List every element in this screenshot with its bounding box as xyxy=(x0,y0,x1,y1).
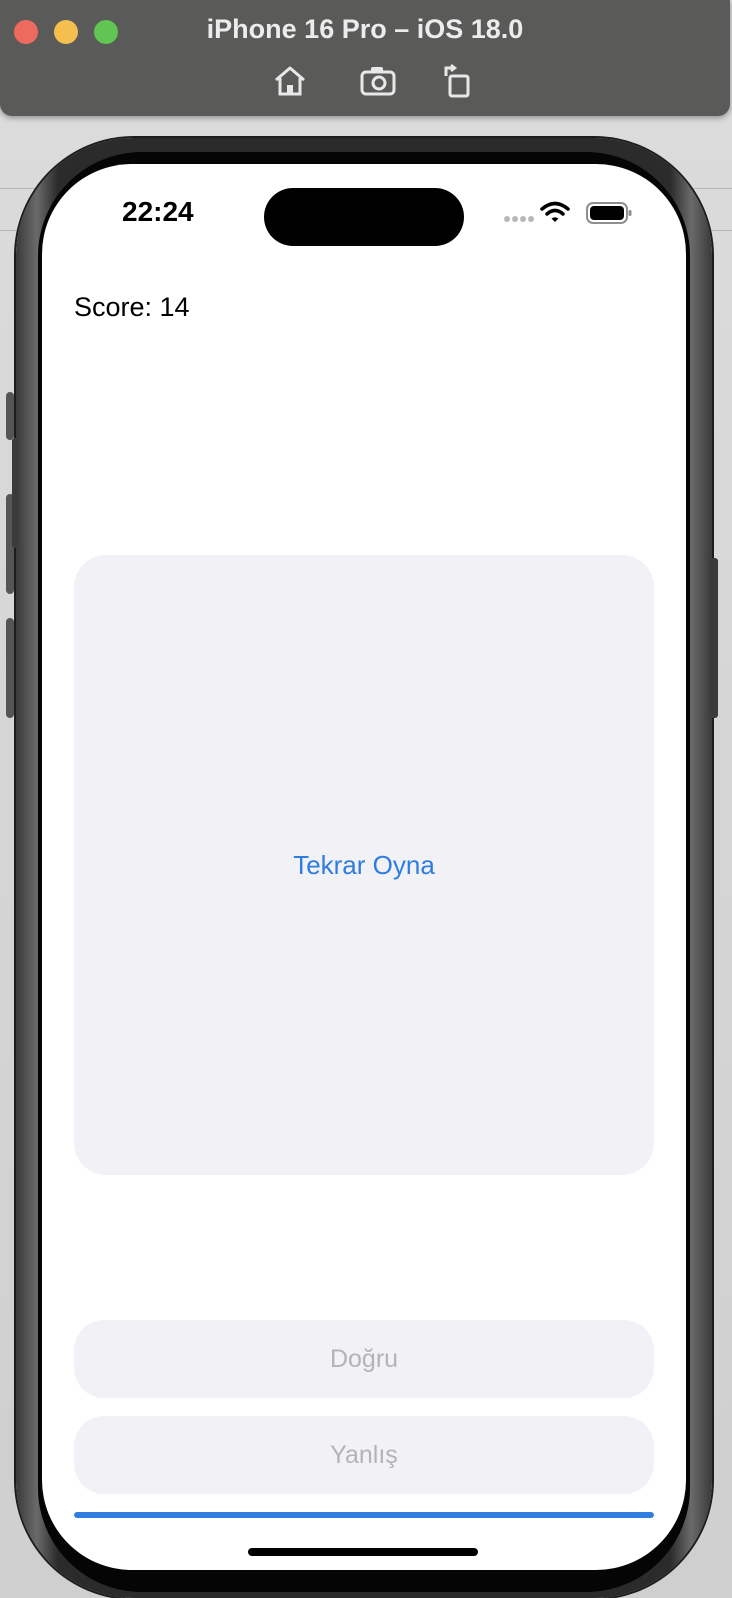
wifi-icon xyxy=(540,201,570,222)
phone-screen: 22:24 Score: 14 Tekrar Oyna Doğru Yanlış xyxy=(42,164,686,1570)
status-time: 22:24 xyxy=(122,196,194,227)
play-again-button[interactable]: Tekrar Oyna xyxy=(287,849,441,882)
true-answer-button[interactable]: Doğru xyxy=(74,1320,654,1398)
progress-bar xyxy=(74,1512,654,1518)
home-indicator xyxy=(248,1548,478,1556)
screenshot-icon[interactable] xyxy=(358,62,398,100)
question-card: Tekrar Oyna xyxy=(74,555,654,1175)
simulator-titlebar: iPhone 16 Pro – iOS 18.0 xyxy=(0,0,730,116)
home-icon[interactable] xyxy=(270,62,310,100)
battery-icon xyxy=(586,202,632,224)
window-title: iPhone 16 Pro – iOS 18.0 xyxy=(206,14,524,44)
cellular-dots-icon xyxy=(504,216,536,224)
volume-button xyxy=(12,438,18,548)
score-label: Score: 14 xyxy=(74,292,190,322)
side-button xyxy=(710,558,718,718)
false-answer-button[interactable]: Yanlış xyxy=(74,1416,654,1494)
progress-fill xyxy=(74,1512,654,1518)
background-handle xyxy=(6,392,14,440)
background-handle xyxy=(6,618,14,718)
dynamic-island xyxy=(264,188,464,246)
rotate-icon[interactable] xyxy=(438,62,478,100)
